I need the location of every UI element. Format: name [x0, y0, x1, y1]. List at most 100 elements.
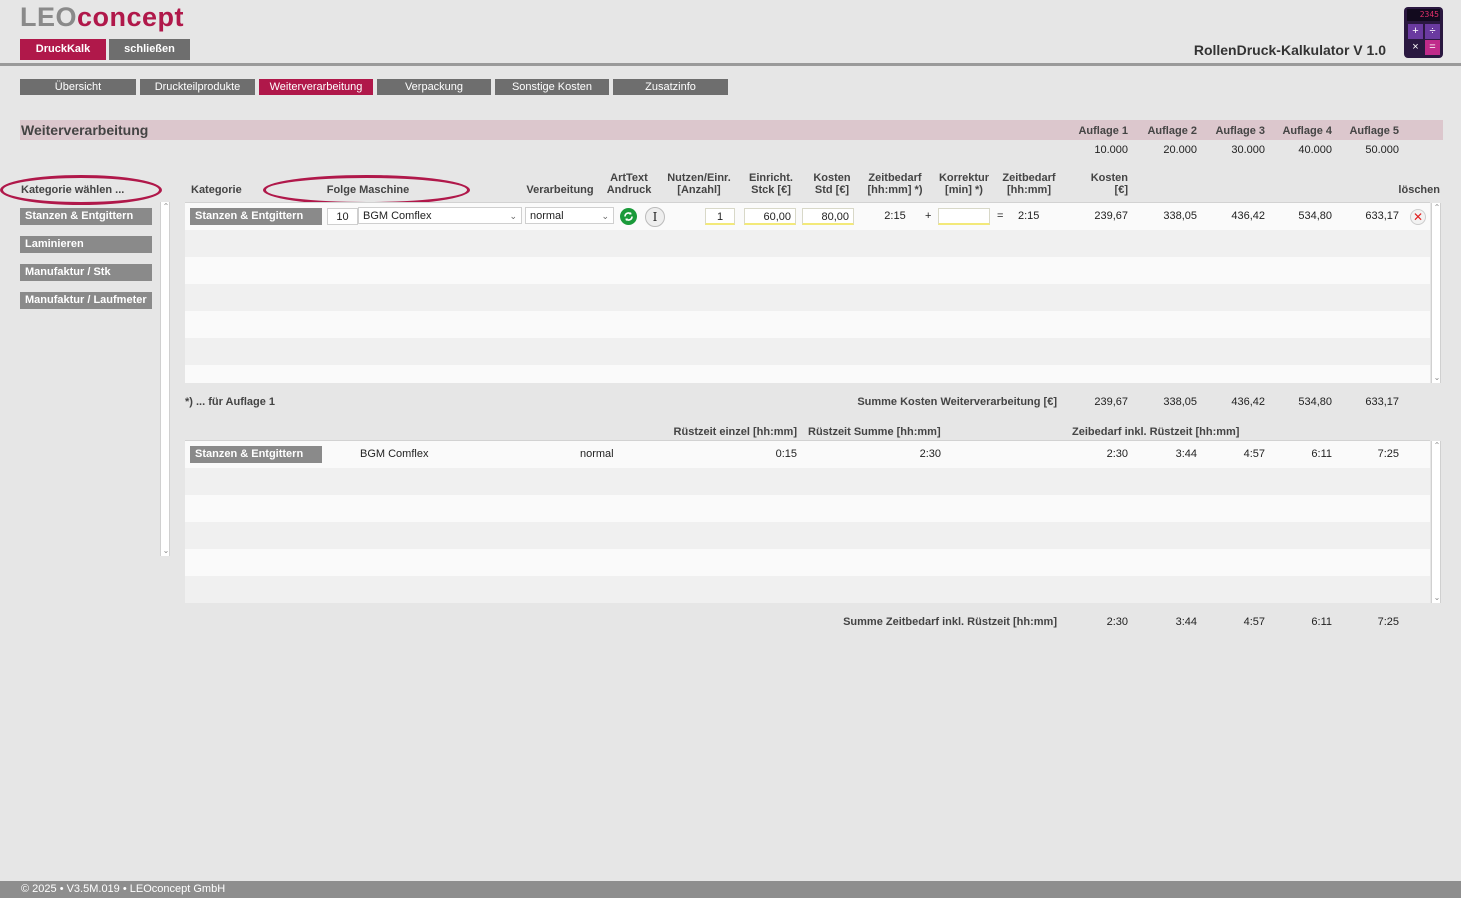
auflage-4-value: 40.000	[1298, 144, 1332, 156]
delete-icon[interactable]: ✕	[1410, 209, 1426, 225]
plus-sign: +	[925, 210, 932, 222]
scroll-up-icon[interactable]: ⌃	[1432, 203, 1442, 213]
auflage-3-header: Auflage 3	[1215, 125, 1265, 137]
ruest-maschine: BGM Comflex	[360, 448, 429, 460]
col-verarbeitung: Verarbeitung	[526, 184, 594, 196]
footer-copyright: © 2025 • V3.5M.019 • LEOconcept GmbH	[0, 881, 1461, 898]
chevron-down-icon: ⌄	[509, 211, 517, 221]
category-scrollbar[interactable]: ⌃ ⌄	[160, 202, 170, 556]
table-row	[185, 230, 1430, 257]
ruest-row	[185, 495, 1430, 522]
tab-druckteilprodukte[interactable]: Druckteilprodukte	[140, 79, 255, 95]
close-button[interactable]: schließen	[109, 39, 190, 60]
druckkalk-button[interactable]: DruckKalk	[20, 39, 106, 60]
row-kategorie-tag[interactable]: Stanzen & Entgittern	[190, 208, 322, 225]
row-kosten-5: 633,17	[1365, 210, 1399, 222]
ruest-row	[185, 549, 1430, 576]
ruest-zeit-5: 7:25	[1377, 448, 1399, 460]
zeitbedarf-total-value: 2:15	[1018, 210, 1040, 222]
ruest-zeit-2: 3:44	[1175, 448, 1197, 460]
auflage-5-value: 50.000	[1365, 144, 1399, 156]
tab-uebersicht[interactable]: Übersicht	[20, 79, 136, 95]
ruest-zeit-1: 2:30	[1106, 448, 1128, 460]
header-divider	[0, 63, 1461, 66]
summe-kosten-2: 338,05	[1163, 396, 1197, 408]
folge-input[interactable]: 10	[327, 208, 358, 225]
table-scrollbar[interactable]: ⌃ ⌄	[1431, 203, 1441, 383]
ruest-scrollbar[interactable]: ⌃ ⌄	[1431, 441, 1441, 603]
col-ruestzeit-summe: Rüstzeit Summe [hh:mm]	[808, 426, 941, 438]
equals-sign: =	[997, 210, 1004, 222]
chevron-down-icon: ⌄	[601, 211, 609, 221]
scroll-down-icon[interactable]: ⌄	[161, 546, 171, 556]
summe-zeit-2: 3:44	[1175, 616, 1197, 628]
col-folge-maschine: Folge Maschine	[326, 184, 410, 196]
scroll-up-icon[interactable]: ⌃	[1432, 441, 1442, 451]
maschine-select[interactable]: BGM Comflex ⌄	[358, 207, 522, 224]
ruest-zeit-3: 4:57	[1243, 448, 1265, 460]
ruest-verarbeitung: normal	[580, 448, 614, 460]
ruest-row	[185, 522, 1430, 549]
korrektur-input[interactable]	[938, 208, 990, 225]
summe-zeit-4: 6:11	[1311, 616, 1332, 628]
refresh-icon[interactable]	[620, 208, 637, 225]
category-manufaktur-laufmeter[interactable]: Manufaktur / Laufmeter	[20, 292, 152, 309]
col-zeibedarf-inkl: Zeibedarf inkl. Rüstzeit [hh:mm]	[1072, 426, 1240, 438]
col-zeitbedarf-total: Zeitbedarf [hh:mm]	[1002, 172, 1056, 196]
summe-zeit-5: 7:25	[1377, 616, 1399, 628]
row-kosten-1: 239,67	[1094, 210, 1128, 222]
table-row	[185, 311, 1430, 338]
col-nutzen: Nutzen/Einr. [Anzahl]	[667, 172, 731, 196]
zeitbedarf-value: 2:15	[884, 210, 906, 222]
summe-kosten-1: 239,67	[1094, 396, 1128, 408]
category-manufaktur-stk[interactable]: Manufaktur / Stk	[20, 264, 152, 281]
category-laminieren[interactable]: Laminieren	[20, 236, 152, 253]
footnote-auflage: *) ... für Auflage 1	[185, 396, 276, 408]
text-cursor-icon[interactable]: I	[645, 207, 665, 227]
auflage-1-header: Auflage 1	[1078, 125, 1128, 137]
row-kosten-2: 338,05	[1163, 210, 1197, 222]
app-title: RollenDruck-Kalkulator V 1.0	[1193, 42, 1386, 58]
auflage-4-header: Auflage 4	[1282, 125, 1332, 137]
summe-kosten-4: 534,80	[1298, 396, 1332, 408]
kosten-std-input[interactable]: 80,00	[802, 208, 854, 225]
scroll-down-icon[interactable]: ⌄	[1432, 593, 1442, 603]
col-kategorie: Kategorie	[191, 184, 242, 196]
ruest-row	[185, 468, 1430, 495]
summe-kosten-label: Summe Kosten Weiterverarbeitung [€]	[857, 396, 1057, 408]
col-korrektur: Korrektur [min] *)	[938, 172, 990, 196]
auflage-1-value: 10.000	[1094, 144, 1128, 156]
ruest-summe-value: 2:30	[919, 448, 941, 460]
calculator-icon: 2345 + ÷ × =	[1404, 7, 1443, 58]
row-kosten-3: 436,42	[1231, 210, 1265, 222]
tab-zusatzinfo[interactable]: Zusatzinfo	[613, 79, 728, 95]
tab-sonstige-kosten[interactable]: Sonstige Kosten	[495, 79, 609, 95]
ruest-zeit-4: 6:11	[1311, 448, 1332, 460]
col-ruestzeit-einzel: Rüstzeit einzel [hh:mm]	[673, 426, 797, 438]
col-einricht: Einricht. Stck [€]	[748, 172, 793, 196]
section-title: Weiterverarbeitung	[21, 122, 149, 138]
summe-zeit-3: 4:57	[1243, 616, 1265, 628]
ruest-einzel-value: 0:15	[775, 448, 797, 460]
col-kosten-std: Kosten Std [€]	[813, 172, 851, 196]
summe-kosten-3: 436,42	[1231, 396, 1265, 408]
verarbeitung-select[interactable]: normal ⌄	[525, 207, 614, 224]
category-list-header: Kategorie wählen ...	[21, 184, 125, 196]
scroll-up-icon[interactable]: ⌃	[161, 202, 171, 212]
scroll-down-icon[interactable]: ⌄	[1432, 373, 1442, 383]
tab-verpackung[interactable]: Verpackung	[377, 79, 491, 95]
col-kosten: Kosten [€]	[1090, 172, 1128, 196]
nutzen-input[interactable]: 1	[705, 208, 735, 225]
auflage-2-header: Auflage 2	[1147, 125, 1197, 137]
summe-zeit-1: 2:30	[1106, 616, 1128, 628]
einricht-input[interactable]: 60,00	[744, 208, 796, 225]
auflage-3-value: 30.000	[1231, 144, 1265, 156]
row-kosten-4: 534,80	[1298, 210, 1332, 222]
ruest-kategorie-tag: Stanzen & Entgittern	[190, 446, 322, 463]
summe-zeitbedarf-label: Summe Zeitbedarf inkl. Rüstzeit [hh:mm]	[843, 616, 1057, 628]
category-stanzen-entgittern[interactable]: Stanzen & Entgittern	[20, 208, 152, 225]
tab-weiterverarbeitung[interactable]: Weiterverarbeitung	[259, 79, 373, 95]
auflage-2-value: 20.000	[1163, 144, 1197, 156]
summe-kosten-5: 633,17	[1365, 396, 1399, 408]
col-zeitbedarf: Zeitbedarf [hh:mm] *)	[867, 172, 923, 196]
